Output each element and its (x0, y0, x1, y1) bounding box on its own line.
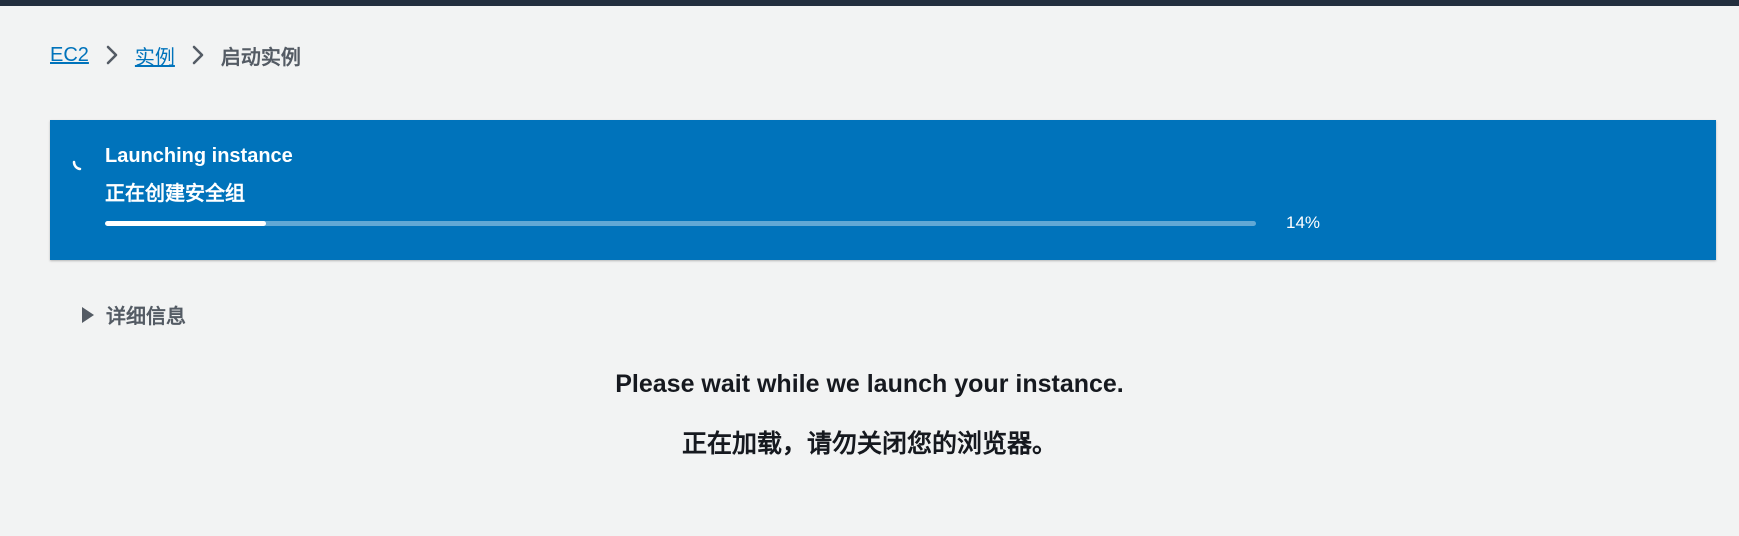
wait-message: Please wait while we launch your instanc… (615, 370, 1124, 398)
caret-right-icon (82, 306, 94, 323)
breadcrumb-link-ec2[interactable]: EC2 (50, 44, 89, 67)
spinner-icon (68, 152, 92, 176)
chevron-right-icon (105, 44, 119, 66)
flash-status-text: 正在创建安全组 (105, 183, 245, 205)
chevron-right-icon (191, 44, 205, 66)
launch-progress-flashbar: Launching instance 正在创建安全组 14% (50, 120, 1716, 260)
details-label: 详细信息 (106, 306, 186, 328)
top-header-strip (0, 0, 1739, 6)
progress-percent: 14% (1286, 213, 1321, 232)
progress-bar-fill (105, 221, 267, 226)
breadcrumb-current: 启动实例 (220, 46, 301, 69)
progress-bar (105, 221, 1256, 226)
details-expand-toggle[interactable]: 详细信息 (82, 300, 186, 329)
breadcrumb: EC2 实例 启动实例 (50, 40, 301, 70)
wait-message-secondary: 正在加载，请勿关闭您的浏览器。 (681, 430, 1057, 458)
breadcrumb-link-instances[interactable]: 实例 (135, 41, 175, 70)
flash-title: Launching instance (105, 145, 293, 167)
